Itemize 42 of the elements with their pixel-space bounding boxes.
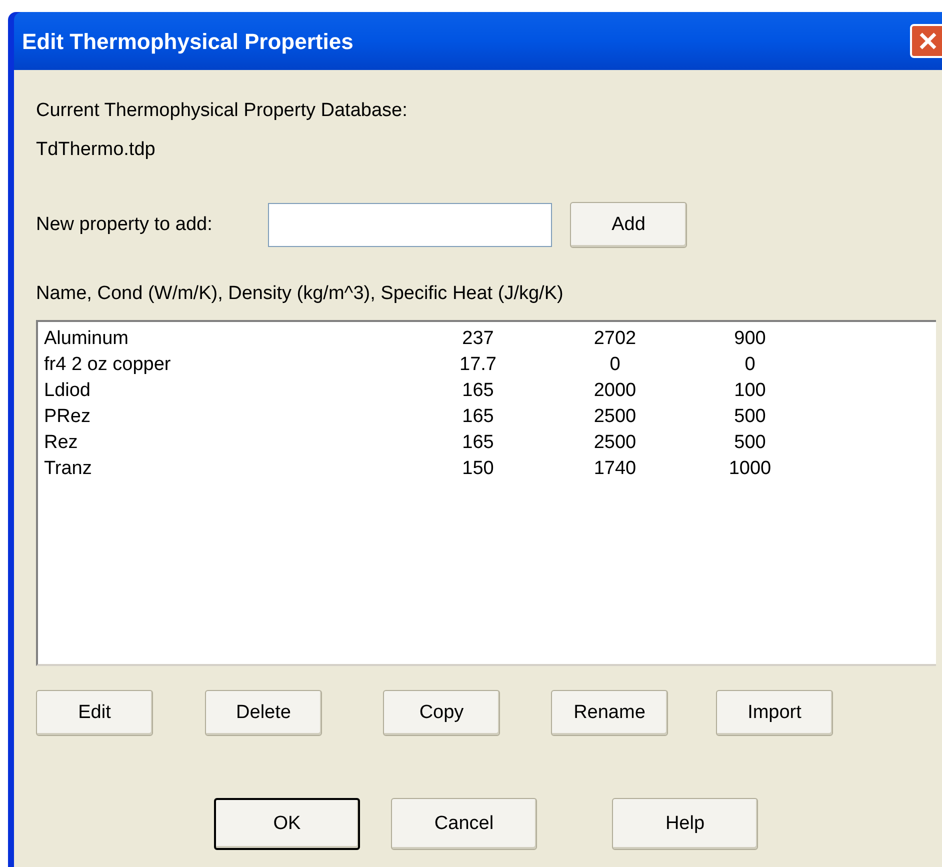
specific-heat-value: 0 <box>744 353 756 377</box>
property-name: Aluminum <box>44 327 130 351</box>
cond-value: 165 <box>461 405 495 429</box>
cond-value: 150 <box>461 457 495 481</box>
close-icon <box>918 31 938 51</box>
cond-value: 17.7 <box>458 353 498 377</box>
density-value: 2500 <box>592 431 638 455</box>
specific-heat-value: 500 <box>733 405 767 429</box>
database-file: TdThermo.tdp <box>36 139 156 160</box>
dialog-button[interactable]: OK <box>214 798 360 850</box>
list-action-button[interactable]: Import <box>716 690 833 736</box>
dialog-button[interactable]: Cancel <box>391 798 537 850</box>
specific-heat-value: 500 <box>733 431 767 455</box>
window-title: Edit Thermophysical Properties <box>22 28 354 56</box>
list-action-button[interactable]: Rename <box>551 690 668 736</box>
cond-value: 165 <box>461 431 495 455</box>
cond-value: 237 <box>461 327 495 351</box>
density-value: 2702 <box>592 327 638 351</box>
property-name: PRez <box>44 405 92 429</box>
specific-heat-value: 100 <box>733 379 767 403</box>
property-name: fr4 2 oz copper <box>44 353 172 377</box>
new-property-field[interactable] <box>268 203 552 247</box>
list-header: Name, Cond (W/m/K), Density (kg/m^3), Specific Heat (J/kg/K) <box>36 283 564 304</box>
database-label: Current Thermophysical Property Database: <box>36 100 408 121</box>
density-value: 1740 <box>592 457 638 481</box>
list-action-button[interactable]: Copy <box>383 690 500 736</box>
add-button[interactable]: Add <box>570 202 687 248</box>
list-action-button[interactable]: Edit <box>36 690 153 736</box>
property-name: Tranz <box>44 457 93 481</box>
specific-heat-value: 900 <box>733 327 767 351</box>
close-button[interactable] <box>910 24 942 58</box>
dialog-button[interactable]: Help <box>612 798 758 850</box>
property-name: Ldiod <box>44 379 92 403</box>
density-value: 2000 <box>592 379 638 403</box>
property-list[interactable]: Aluminum 237 2702 900 fr4 2 oz copper 17.7 0 0 Ldiod 165 2000 100 PRez 165 2500 500 Rez 165 2500 500 Tranz 150 1740 1000 <box>36 320 936 666</box>
cond-value: 165 <box>461 379 495 403</box>
property-name: Rez <box>44 431 79 455</box>
new-property-label: New property to add: <box>36 212 214 237</box>
list-action-button[interactable]: Delete <box>205 690 322 736</box>
density-value: 2500 <box>592 405 638 429</box>
specific-heat-value: 1000 <box>728 457 772 481</box>
density-value: 0 <box>608 353 622 377</box>
